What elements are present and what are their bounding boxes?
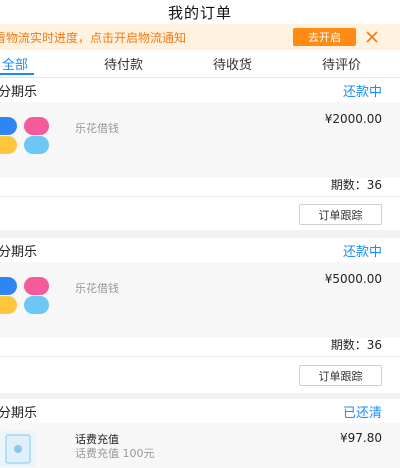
close-icon[interactable] [364,29,380,45]
tab-pending-review[interactable]: 待评价 [322,54,361,73]
orders-page: 我的订单 看物流实时进度，点击开启物流通知 去开启 全部 待付款 待收货 待评价… [0,0,400,468]
order-track-button[interactable]: 订单跟踪 [299,204,382,225]
order-status: 已还清 [342,406,382,421]
active-tab-indicator [0,73,34,75]
tab-all[interactable]: 全部 [2,54,28,73]
installment-periods: 期数：36 [330,338,382,352]
store-name: 分期乐 [0,406,38,421]
order-header: 分期乐 还款中 [0,78,400,102]
enable-notification-button[interactable]: 去开启 [293,28,356,46]
product-price: ¥2000.00 [324,112,382,126]
order-header: 分期乐 还款中 [0,238,400,262]
divider [0,196,400,197]
installment-periods: 期数：36 [330,178,382,192]
store-name: 分期乐 [0,245,38,260]
product-price: ¥97.80 [340,431,382,445]
order-product[interactable]: 话费充值 话费充值 100元 ¥97.80 [0,423,400,468]
tab-pending-receipt[interactable]: 待收货 [213,54,252,73]
lehua-logo-icon [0,277,56,315]
order-track-button[interactable]: 订单跟踪 [299,365,382,386]
store-name: 分期乐 [0,85,38,100]
page-title: 我的订单 [167,3,232,22]
logistics-notice-bar: 看物流实时进度，点击开启物流通知 去开启 [0,24,400,50]
order-card[interactable]: 分期乐 还款中 乐花借钱 ¥5000.00 期数：36 订单跟踪 [0,238,400,393]
order-product[interactable]: 乐花借钱 ¥2000.00 [0,102,400,178]
order-product[interactable]: 乐花借钱 ¥5000.00 [0,262,400,338]
order-header: 分期乐 已还清 [0,399,400,423]
lehua-logo-icon [0,117,56,155]
tab-pending-payment[interactable]: 待付款 [104,54,143,73]
order-card[interactable]: 分期乐 已还清 话费充值 话费充值 100元 ¥97.80 [0,399,400,468]
phone-topup-icon [0,431,36,467]
divider [0,356,400,357]
product-price: ¥5000.00 [324,272,382,286]
product-name: 乐花借钱 [75,122,119,135]
order-tabs: 全部 待付款 待收货 待评价 [0,50,400,78]
order-status: 还款中 [342,85,382,100]
title-bar: 我的订单 [0,0,400,24]
notice-text: 看物流实时进度，点击开启物流通知 [0,30,187,45]
order-card[interactable]: 分期乐 还款中 乐花借钱 ¥2000.00 期数：36 订单跟踪 [0,78,400,230]
product-name: 乐花借钱 [75,282,119,295]
product-description: 话费充值 100元 [75,447,155,460]
order-status: 还款中 [342,245,382,260]
